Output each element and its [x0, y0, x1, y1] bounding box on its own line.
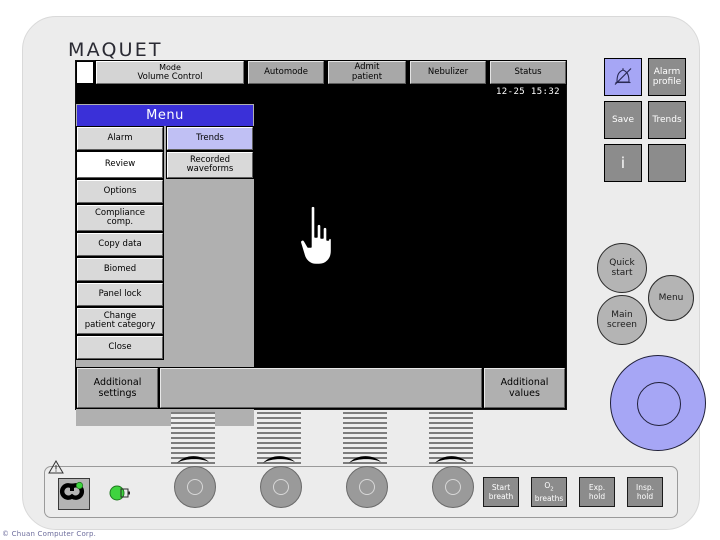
- menu-item-change-patient-category-label2: patient category: [84, 320, 156, 330]
- tab-status-label: Status: [514, 66, 542, 77]
- trends-label: Trends: [652, 115, 682, 125]
- menu-item-review[interactable]: Review: [76, 151, 164, 179]
- maquet-logo: MAQUET: [68, 39, 163, 61]
- o2-breaths-label2: breaths: [534, 494, 564, 504]
- tab-center-blank[interactable]: [159, 367, 483, 409]
- watermark-text: © Chuan Computer Corp.: [2, 530, 97, 538]
- quick-start-label2: start: [611, 268, 633, 278]
- start-breath-label2: breath: [488, 492, 514, 501]
- ventilator-ui: MAQUET Mode Volume Control Automode Admi…: [0, 0, 720, 540]
- alarm-silence-bell-icon: [614, 68, 632, 85]
- menu-button-label: Menu: [658, 292, 684, 303]
- tab-automode[interactable]: Automode: [247, 60, 325, 85]
- control-knob-4[interactable]: [432, 466, 474, 508]
- power-button[interactable]: [58, 478, 90, 510]
- hard-key-grid: Alarm profile Save Trends i: [604, 58, 690, 188]
- insp-hold-label1: Insp.: [635, 483, 655, 492]
- menu-item-panel-lock-label: Panel lock: [98, 288, 142, 299]
- save-button[interactable]: Save: [604, 101, 642, 139]
- menu-item-trends-label: Trends: [196, 132, 224, 143]
- status-indicator-box: [76, 61, 94, 84]
- exp-hold-label1: Exp.: [588, 483, 606, 492]
- insp-hold-button[interactable]: Insp. hold: [627, 477, 663, 507]
- quick-start-label1: Quick: [609, 257, 635, 268]
- alarm-profile-label2: profile: [652, 77, 682, 87]
- tab-nebulizer[interactable]: Nebulizer: [409, 60, 487, 85]
- date-time-display: 12-25 15:32: [495, 87, 560, 97]
- blank-button[interactable]: [648, 144, 686, 182]
- main-rotary-dial[interactable]: [610, 355, 706, 451]
- hand-cursor-icon: [299, 205, 332, 266]
- menu-button[interactable]: Menu: [648, 275, 694, 321]
- screen-topbar: Mode Volume Control Automode Admit patie…: [76, 60, 567, 85]
- menu-item-copy-data-label: Copy data: [98, 238, 142, 249]
- tab-nebulizer-label: Nebulizer: [427, 66, 469, 77]
- menu-item-compliance-comp[interactable]: Compliance comp.: [76, 204, 164, 232]
- menu-item-panel-lock[interactable]: Panel lock: [76, 282, 164, 307]
- alarm-silence-button[interactable]: [604, 58, 642, 96]
- menu-item-compliance-comp-label2: comp.: [106, 217, 134, 227]
- knob-pointer-4: [435, 456, 467, 463]
- battery-status-icon: [109, 485, 130, 501]
- trends-button[interactable]: Trends: [648, 101, 686, 139]
- tab-status[interactable]: Status: [489, 60, 567, 85]
- lcd-screen: Mode Volume Control Automode Admit patie…: [75, 60, 567, 426]
- main-screen-label1: Main: [611, 309, 633, 320]
- menu-title: Menu: [77, 105, 253, 126]
- tab-additional-values-label1: Additional: [500, 377, 549, 388]
- menu-item-close[interactable]: Close: [76, 335, 164, 360]
- start-breath-label1: Start: [491, 483, 511, 492]
- mode-box[interactable]: Mode Volume Control: [95, 60, 245, 85]
- info-button[interactable]: i: [604, 144, 642, 182]
- insp-hold-label2: hold: [636, 492, 654, 501]
- menu-item-options[interactable]: Options: [76, 179, 164, 204]
- menu-item-alarm-label: Alarm: [107, 132, 133, 143]
- tab-additional-values[interactable]: Additional values: [483, 367, 566, 409]
- menu-panel: Menu Alarm Trends Review Recorded wavefo…: [76, 105, 254, 360]
- o2-breaths-label1: O2: [544, 480, 554, 493]
- control-knob-2[interactable]: [260, 466, 302, 508]
- tab-additional-settings[interactable]: Additional settings: [76, 367, 159, 409]
- tab-additional-values-label2: values: [509, 388, 540, 399]
- menu-item-recorded-waveforms-label2: waveforms: [186, 164, 234, 174]
- save-label: Save: [611, 115, 635, 125]
- main-rotary-dial-center[interactable]: [637, 382, 681, 426]
- menu-items: Alarm Trends Review Recorded waveforms O…: [76, 126, 254, 360]
- menu-item-recorded-waveforms[interactable]: Recorded waveforms: [166, 151, 254, 179]
- menu-item-copy-data[interactable]: Copy data: [76, 232, 164, 257]
- knob-pointer-3: [349, 456, 381, 463]
- main-screen-label2: screen: [607, 320, 637, 330]
- menu-item-close-label: Close: [108, 341, 132, 352]
- start-breath-button[interactable]: Start breath: [483, 477, 519, 507]
- main-screen-button[interactable]: Main screen: [597, 295, 647, 345]
- knob-pointer-2: [263, 456, 295, 463]
- control-knob-1[interactable]: [174, 466, 216, 508]
- quick-start-button[interactable]: Quick start: [597, 243, 647, 293]
- control-knob-3[interactable]: [346, 466, 388, 508]
- menu-item-biomed-label: Biomed: [103, 263, 137, 274]
- alarm-profile-button[interactable]: Alarm profile: [648, 58, 686, 96]
- o2-breaths-button[interactable]: O2 breaths: [531, 477, 567, 507]
- tab-admit-patient[interactable]: Admit patient: [327, 60, 407, 85]
- info-label: i: [620, 154, 626, 172]
- screen-bottom-tabs: Additional settings Additional values: [76, 367, 566, 409]
- tab-automode-label: Automode: [264, 66, 308, 77]
- menu-item-review-label: Review: [104, 159, 136, 170]
- power-button-icon: [59, 481, 85, 500]
- menu-item-biomed[interactable]: Biomed: [76, 257, 164, 282]
- mode-value: Volume Control: [137, 71, 203, 82]
- menu-item-trends[interactable]: Trends: [166, 126, 254, 151]
- knob-pointer-1: [177, 456, 209, 463]
- exp-hold-button[interactable]: Exp. hold: [579, 477, 615, 507]
- tab-additional-settings-label1: Additional: [93, 377, 142, 388]
- tab-additional-settings-label2: settings: [98, 388, 137, 399]
- menu-item-alarm[interactable]: Alarm: [76, 126, 164, 151]
- alarm-profile-label1: Alarm: [653, 67, 681, 77]
- tab-admit-patient-label2: patient: [351, 71, 383, 82]
- menu-item-options-label: Options: [103, 185, 137, 196]
- exp-hold-label2: hold: [588, 492, 606, 501]
- warning-triangle-icon: [48, 460, 64, 474]
- menu-item-change-patient-category[interactable]: Change patient category: [76, 307, 164, 335]
